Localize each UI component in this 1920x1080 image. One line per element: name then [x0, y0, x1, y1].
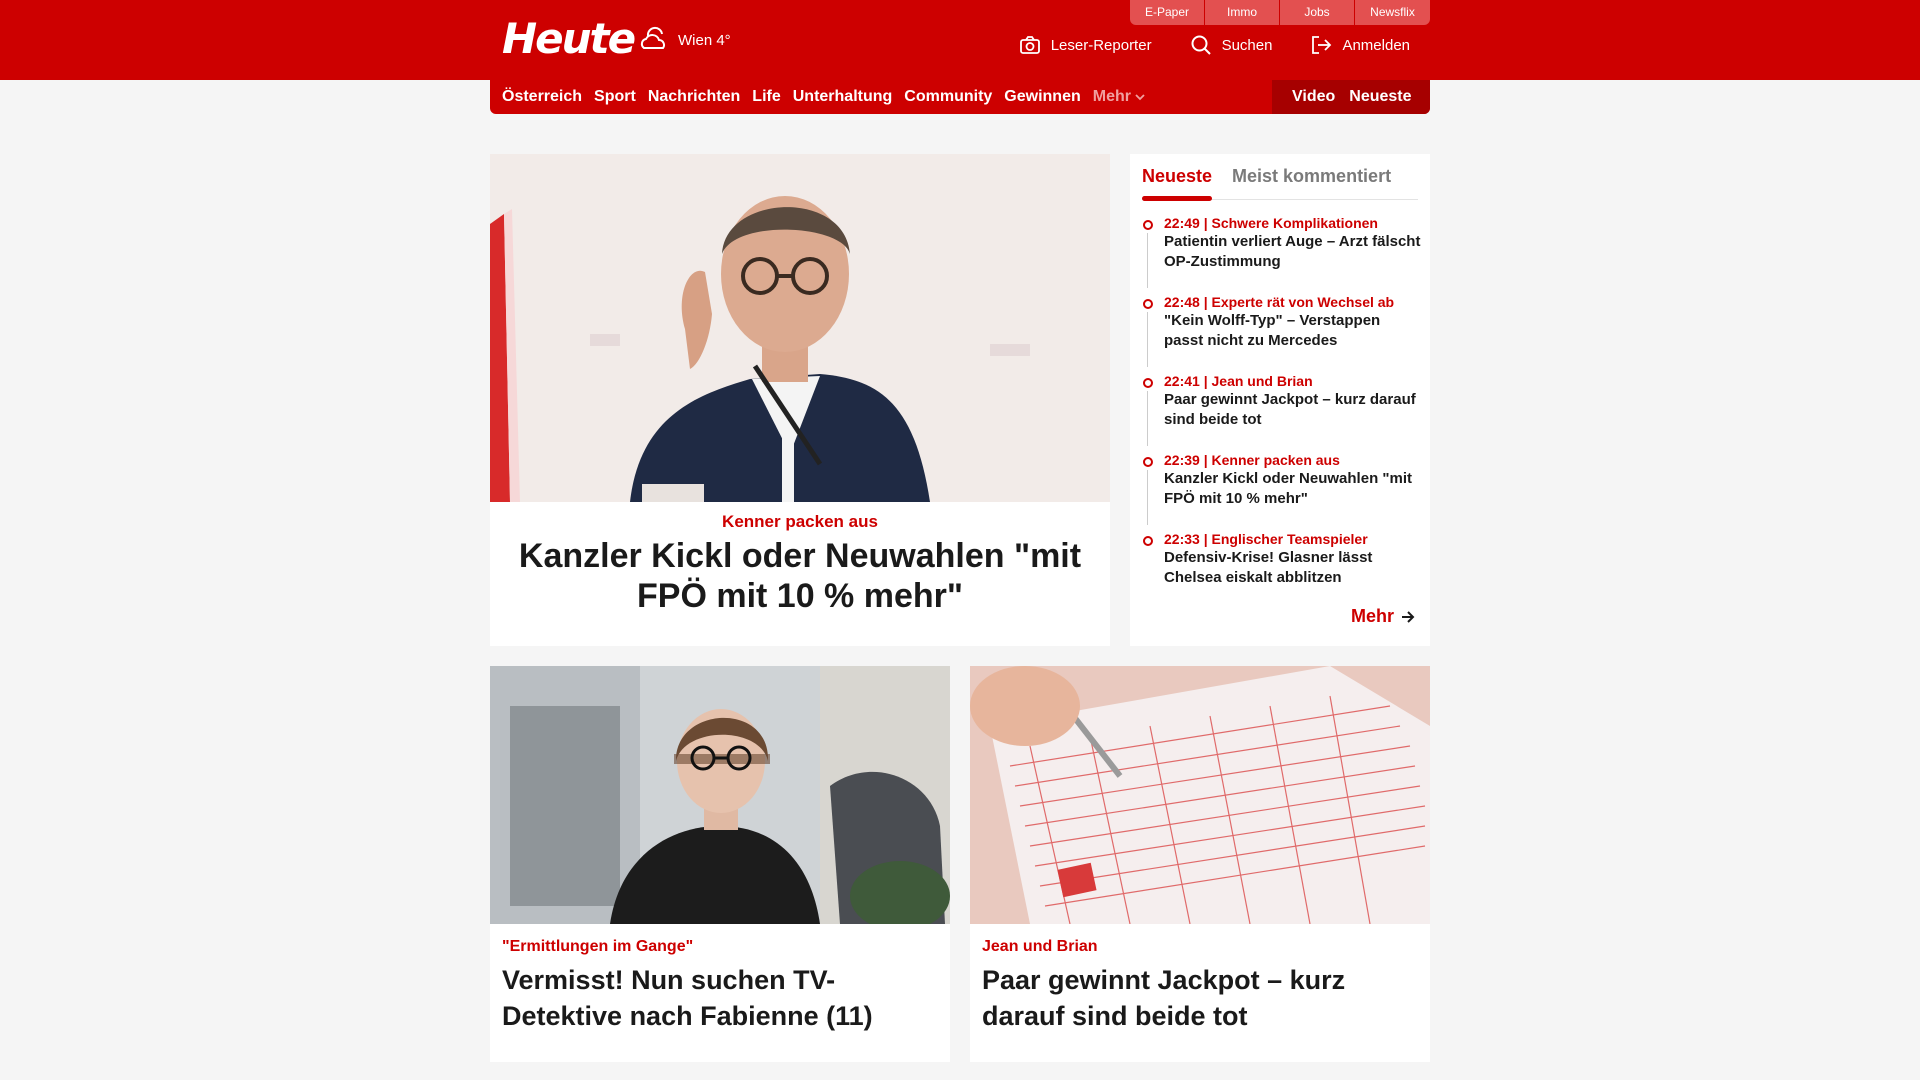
heute-logo[interactable]: Heute: [502, 14, 636, 63]
timeline-item[interactable]: 22:39 | Kenner packen aus Kanzler Kickl …: [1142, 451, 1422, 530]
service-tab-jobs[interactable]: Jobs: [1280, 0, 1355, 25]
main-story-card[interactable]: Kenner packen aus Kanzler Kickl oder Neu…: [490, 154, 1110, 646]
nav-item-mehr[interactable]: Mehr: [1093, 88, 1145, 106]
nav-item-life[interactable]: Life: [752, 88, 780, 106]
main-navigation: Österreich Sport Nachrichten Life Unterh…: [490, 80, 1430, 114]
nav-item-community[interactable]: Community: [904, 88, 992, 106]
timeline-dot-icon: [1143, 299, 1153, 309]
nav-mehr-label: Mehr: [1092, 88, 1131, 105]
timeline-meta: 22:48 | Experte rät von Wechsel ab: [1164, 294, 1395, 310]
timeline-line: [1147, 391, 1148, 446]
news-ticker-sidebar: Neueste Meist kommentiert 22:49 | Schwer…: [1130, 154, 1430, 646]
main-story-image[interactable]: [490, 154, 1110, 502]
nav-items: Österreich Sport Nachrichten Life Unterh…: [502, 80, 1145, 114]
timeline-title[interactable]: Paar gewinnt Jackpot – kurz darauf sind …: [1164, 390, 1422, 430]
story-card-image[interactable]: [490, 666, 950, 924]
girl-train-photo: [490, 666, 950, 924]
sidebar-tabs: Neueste Meist kommentiert: [1142, 164, 1418, 201]
search-label: Suchen: [1221, 36, 1273, 54]
nav-item-sport[interactable]: Sport: [594, 88, 636, 106]
timeline-title[interactable]: Kanzler Kickl oder Neuwahlen "mit FPÖ mi…: [1164, 469, 1422, 509]
timeline-dot-icon: [1143, 378, 1153, 388]
main-story-kicker: Kenner packen aus: [722, 512, 878, 531]
timeline-item[interactable]: 22:33 | Englischer Teamspieler Defensiv-…: [1142, 530, 1422, 609]
timeline-meta: 22:39 | Kenner packen aus: [1164, 452, 1340, 468]
timeline-title[interactable]: Defensiv-Krise! Glasner lässt Chelsea ei…: [1164, 548, 1422, 588]
story-card-kicker: Jean und Brian: [982, 938, 1098, 955]
weather-text: Wien 4°: [678, 31, 731, 49]
search-icon: [1191, 35, 1211, 55]
story-card-image[interactable]: [970, 666, 1430, 924]
login-icon: [1312, 36, 1332, 54]
site-header: Heute Wien 4° E-Paper Immo Jobs Newsflix…: [0, 0, 1920, 80]
header-container: Heute Wien 4° E-Paper Immo Jobs Newsflix…: [490, 0, 1430, 80]
story-card[interactable]: "Ermittlungen im Gange" Vermisst! Nun su…: [490, 666, 950, 1062]
timeline-title[interactable]: "Kein Wolff-Typ" – Verstappen passt nich…: [1164, 311, 1422, 351]
timeline-meta: 22:41 | Jean und Brian: [1164, 373, 1313, 389]
cloud-sun-icon: [640, 26, 665, 49]
timeline-meta: 22:49 | Schwere Komplikationen: [1164, 215, 1378, 231]
nav-item-gewinnen[interactable]: Gewinnen: [1004, 88, 1080, 106]
service-tab-epaper[interactable]: E-Paper: [1130, 0, 1205, 25]
leser-reporter-button[interactable]: Leser-Reporter: [1019, 34, 1152, 56]
timeline-dot-icon: [1143, 536, 1153, 546]
sidebar-more-label: Mehr: [1350, 606, 1394, 626]
nav-item-unterhaltung[interactable]: Unterhaltung: [793, 88, 893, 106]
service-tab-newsflix[interactable]: Newsflix: [1355, 0, 1430, 25]
login-button[interactable]: Anmelden: [1310, 34, 1410, 56]
timeline-meta: 22:33 | Englischer Teamspieler: [1164, 531, 1368, 547]
story-card-kicker: "Ermittlungen im Gange": [502, 938, 694, 955]
search-button[interactable]: Suchen: [1190, 34, 1273, 56]
tab-meist-kommentiert[interactable]: Meist kommentiert: [1232, 164, 1391, 199]
timeline-title[interactable]: Patientin verliert Auge – Arzt fälscht O…: [1164, 232, 1422, 272]
weather-widget[interactable]: Wien 4°: [638, 26, 731, 54]
story-card-title[interactable]: Paar gewinnt Jackpot – kurz darauf sind …: [982, 962, 1412, 1034]
nav-item-neueste[interactable]: Neueste: [1349, 88, 1411, 106]
timeline-line: [1147, 312, 1148, 367]
timeline-item[interactable]: 22:49 | Schwere Komplikationen Patientin…: [1142, 214, 1422, 293]
politician-photo: [490, 154, 1110, 502]
login-label: Anmelden: [1342, 36, 1410, 54]
nav-item-video[interactable]: Video: [1292, 88, 1335, 106]
nav-item-oesterreich[interactable]: Österreich: [502, 88, 582, 106]
tab-neueste[interactable]: Neueste: [1142, 164, 1213, 201]
timeline-dot-icon: [1143, 457, 1153, 467]
camera-icon: [1019, 36, 1040, 54]
lottery-ticket-photo: [970, 666, 1430, 924]
chevron-down-icon: [1135, 94, 1145, 101]
arrow-right-icon: [1402, 610, 1415, 623]
service-tabs: E-Paper Immo Jobs Newsflix: [1130, 0, 1430, 25]
story-card[interactable]: Jean und Brian Paar gewinnt Jackpot – ku…: [970, 666, 1430, 1062]
timeline-line: [1147, 470, 1148, 525]
main-story-title[interactable]: Kanzler Kickl oder Neuwahlen "mit FPÖ mi…: [500, 536, 1100, 616]
sidebar-more-link[interactable]: Mehr: [1351, 606, 1416, 627]
news-timeline: 22:49 | Schwere Komplikationen Patientin…: [1142, 214, 1422, 609]
header-actions: Leser-Reporter Suchen Anmelden: [1019, 34, 1410, 56]
story-card-title[interactable]: Vermisst! Nun suchen TV-Detektive nach F…: [502, 962, 932, 1034]
timeline-line: [1147, 233, 1148, 288]
timeline-dot-icon: [1143, 220, 1153, 230]
timeline-item[interactable]: 22:41 | Jean und Brian Paar gewinnt Jack…: [1142, 372, 1422, 451]
service-tab-immo[interactable]: Immo: [1205, 0, 1280, 25]
leser-reporter-label: Leser-Reporter: [1050, 36, 1152, 54]
timeline-item[interactable]: 22:48 | Experte rät von Wechsel ab "Kein…: [1142, 293, 1422, 372]
nav-item-nachrichten[interactable]: Nachrichten: [648, 88, 740, 106]
nav-right-group: Video Neueste: [1272, 80, 1430, 114]
